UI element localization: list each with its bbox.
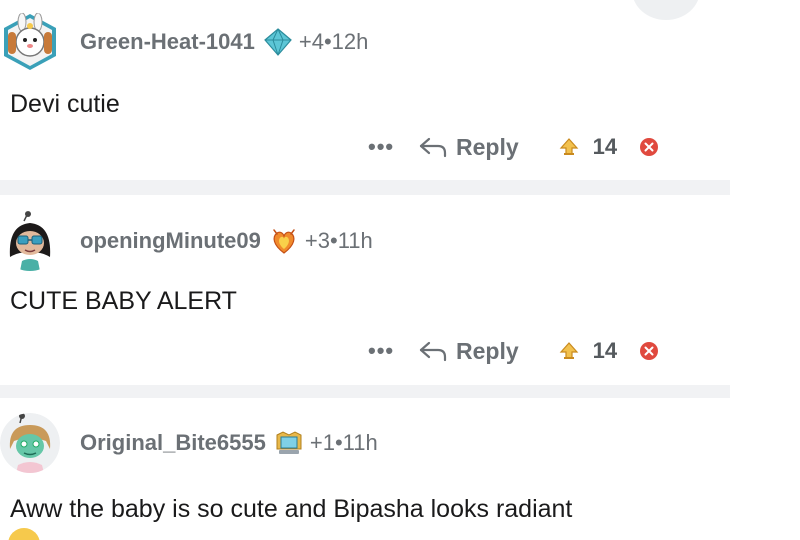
vote-score: 14: [592, 338, 618, 363]
close-badge-icon[interactable]: [639, 137, 659, 157]
comment-header: Original_Bite6555 +1 • 11h: [0, 413, 378, 473]
username[interactable]: Green-Heat-1041: [80, 29, 255, 55]
avatar[interactable]: [0, 12, 60, 72]
comment-actions: ••• Reply 14: [368, 130, 659, 164]
comment-item: openingMinute09 +3 • 11h CUTE BABY ALERT…: [0, 195, 730, 385]
meta-separator: •: [323, 29, 332, 54]
meta-separator: •: [334, 430, 343, 455]
close-badge-icon[interactable]: [639, 341, 659, 361]
upvote-icon[interactable]: [559, 341, 579, 361]
flame-heart-award-icon[interactable]: [269, 227, 299, 255]
comment-body: Aww the baby is so cute and Bipasha look…: [10, 495, 573, 523]
comment-item: Original_Bite6555 +1 • 11h Aww the baby …: [0, 398, 730, 540]
reply-icon: [419, 137, 447, 158]
award-count: +4: [298, 29, 324, 54]
timestamp: 11h: [342, 430, 378, 455]
comment-divider: [0, 385, 730, 398]
reply-icon: [419, 341, 447, 362]
username[interactable]: Original_Bite6555: [80, 430, 266, 456]
smiling-face-emoji-icon: [8, 528, 40, 540]
award-count: +3: [304, 228, 330, 253]
comment-item: Green-Heat-1041 +4 • 12h Devi cutie •••: [0, 0, 730, 180]
laptop-award-icon[interactable]: [274, 429, 304, 457]
comment-header: Green-Heat-1041 +4 • 12h: [0, 12, 368, 72]
diamond-award-icon[interactable]: [263, 28, 293, 56]
comment-body: CUTE BABY ALERT: [10, 287, 237, 315]
comment-divider: [0, 180, 730, 195]
award-count: +1: [309, 430, 335, 455]
more-options-button[interactable]: •••: [368, 134, 418, 160]
comment-body: Devi cutie: [10, 90, 120, 118]
username[interactable]: openingMinute09: [80, 228, 261, 254]
reply-button[interactable]: Reply: [418, 338, 519, 365]
avatar[interactable]: [0, 413, 60, 473]
meta-separator: •: [329, 228, 338, 253]
avatar[interactable]: [0, 211, 60, 271]
reply-label: Reply: [456, 133, 519, 160]
timestamp: 11h: [337, 228, 373, 253]
comment-feed: Green-Heat-1041 +4 • 12h Devi cutie •••: [0, 0, 730, 540]
reply-label: Reply: [456, 337, 519, 364]
timestamp: 12h: [331, 29, 369, 54]
reply-button[interactable]: Reply: [418, 134, 519, 161]
vote-score: 14: [592, 134, 618, 159]
comment-actions: ••• Reply 14: [368, 334, 659, 368]
more-options-button[interactable]: •••: [368, 338, 418, 364]
upvote-icon[interactable]: [559, 137, 579, 157]
comment-header: openingMinute09 +3 • 11h: [0, 211, 373, 271]
